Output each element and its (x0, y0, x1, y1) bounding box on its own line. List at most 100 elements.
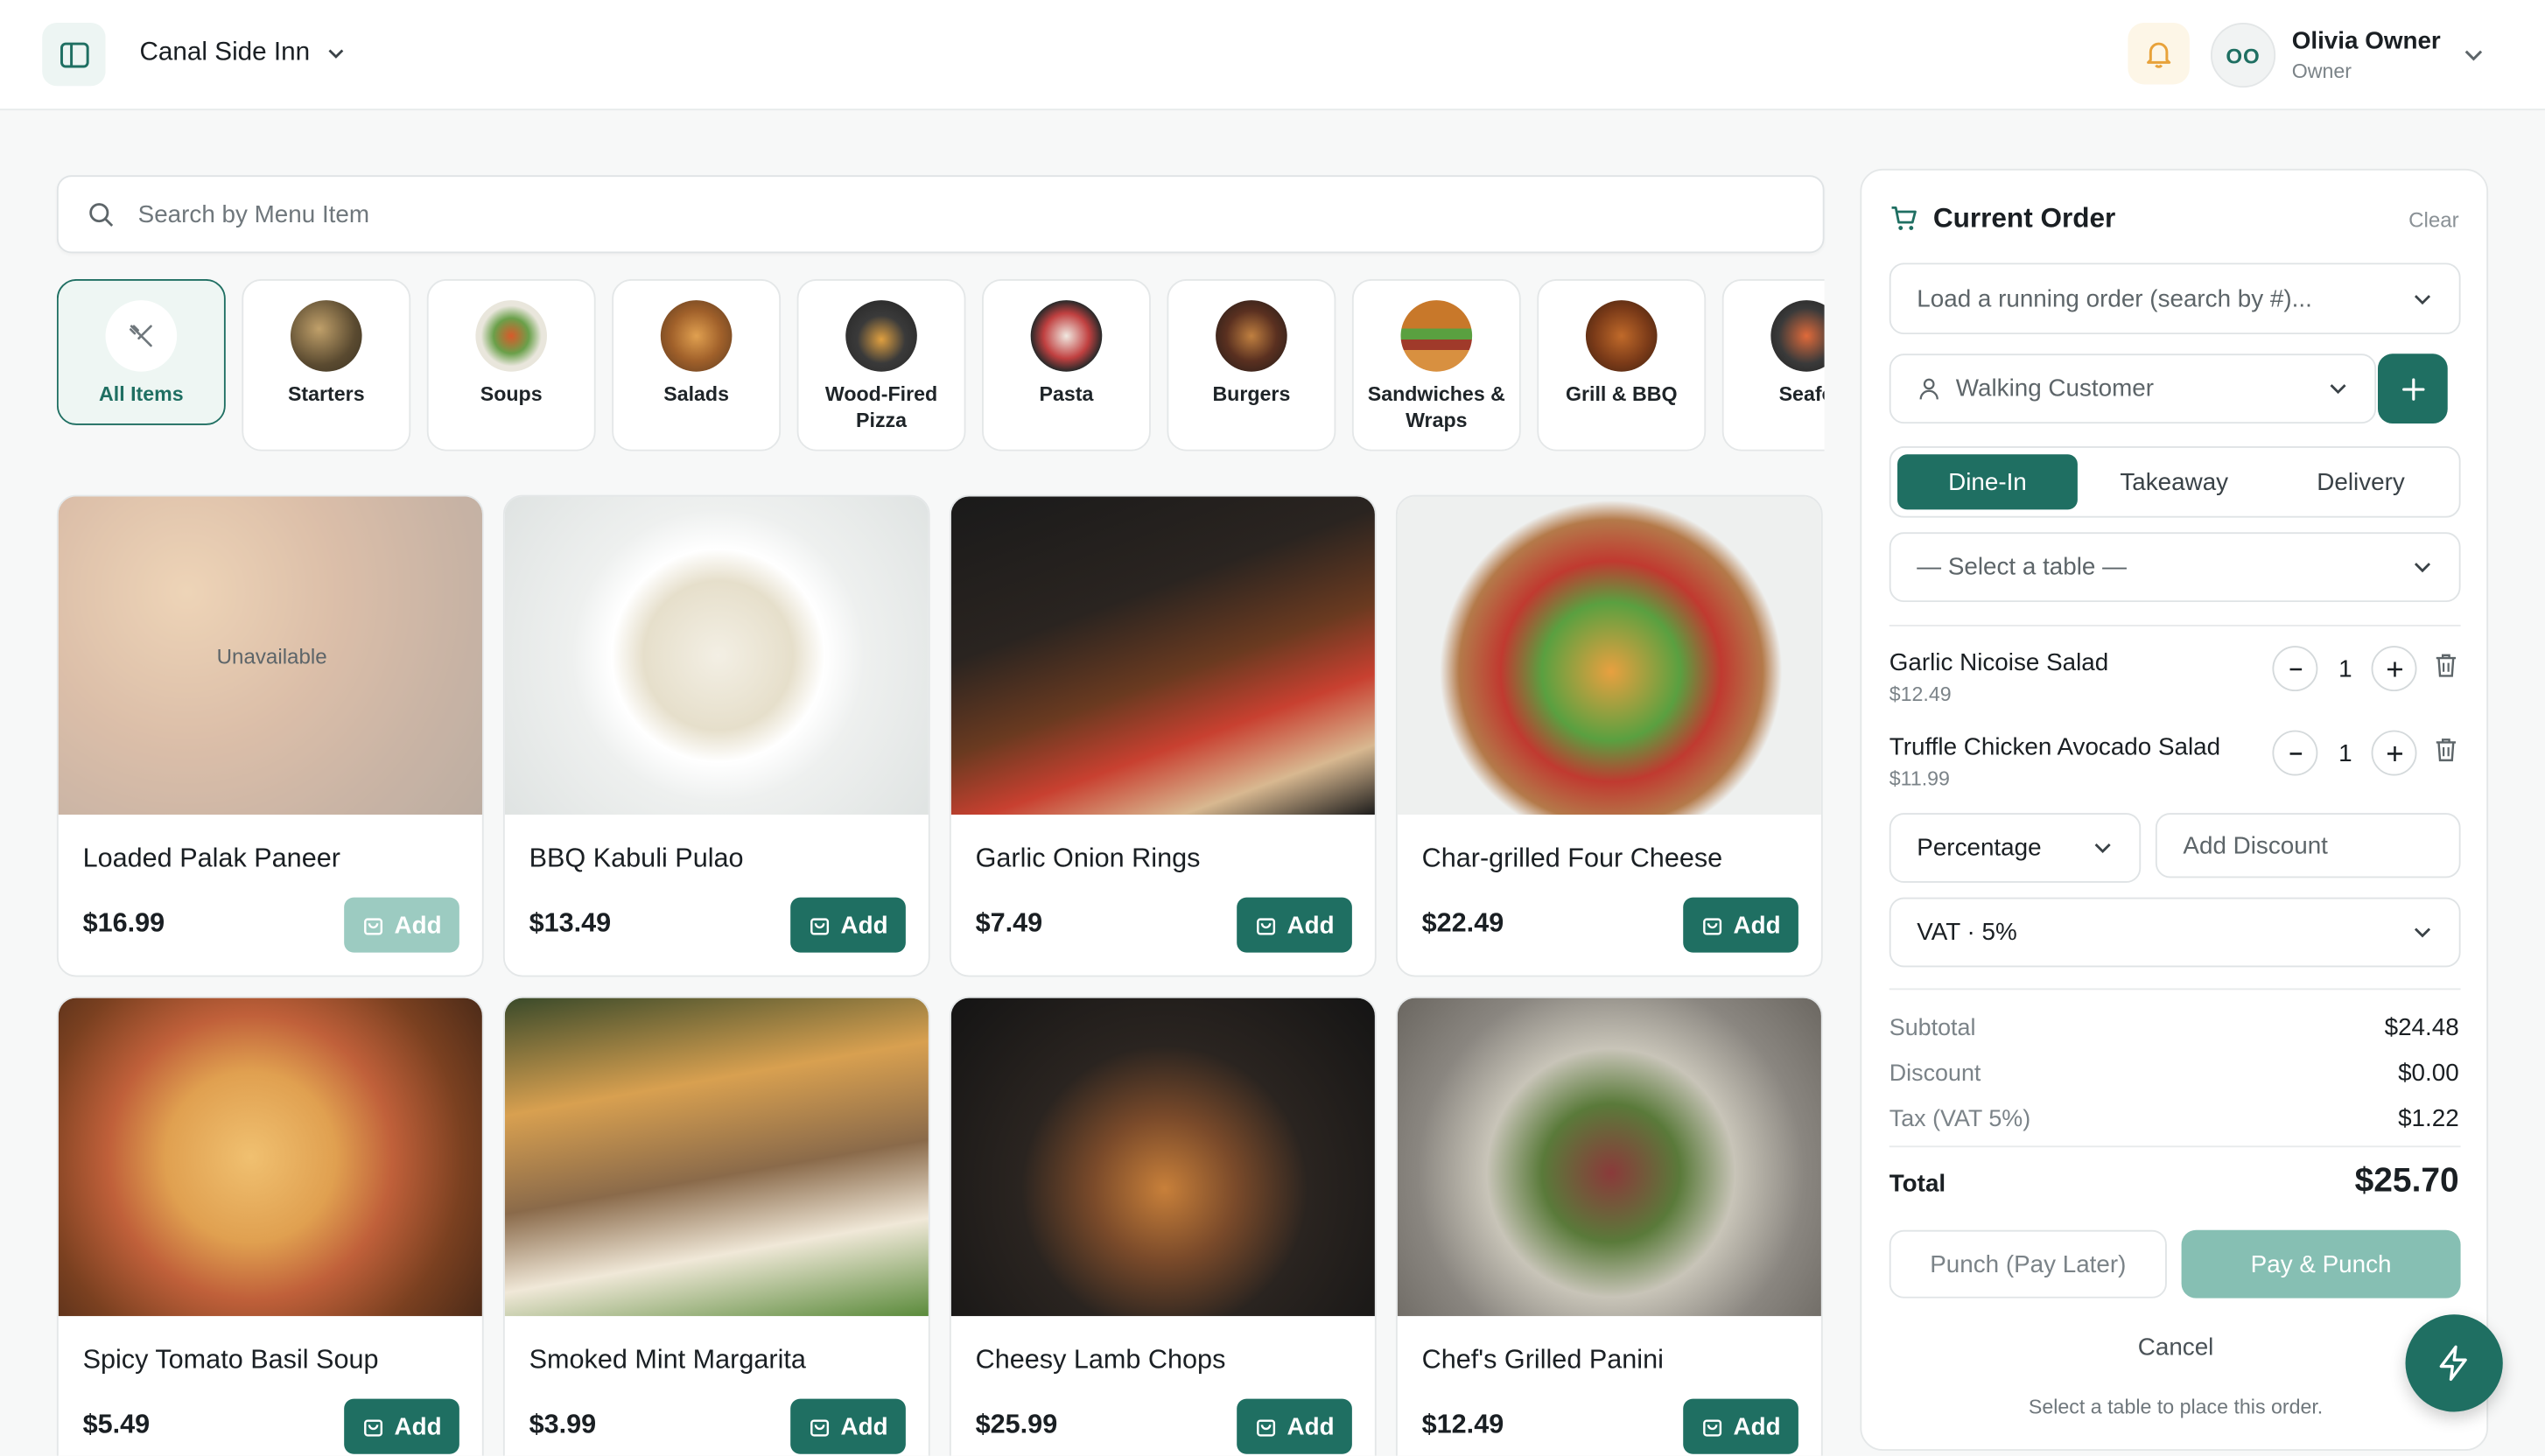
bag-icon (363, 1419, 382, 1437)
product-image (58, 998, 482, 1317)
add-button[interactable]: Add (344, 897, 459, 953)
category-all-items[interactable]: All Items (56, 278, 226, 425)
tab-takeaway[interactable]: Takeaway (2084, 454, 2264, 509)
product-image (1397, 496, 1821, 816)
discount-label: Discount (1889, 1060, 1981, 1088)
category-label: Seafo (1778, 382, 1825, 406)
pizza-thumbnail (845, 300, 917, 372)
category-grill-bbq[interactable]: Grill & BBQ (1537, 278, 1707, 452)
product-card[interactable]: Chef's Grilled Panini $12.49 Add (1395, 996, 1823, 1456)
add-customer-button[interactable] (2377, 354, 2448, 424)
add-label: Add (394, 1412, 442, 1440)
quick-action-button[interactable] (2405, 1314, 2503, 1412)
category-seafood[interactable]: Seafo (1721, 278, 1825, 452)
notifications-button[interactable] (2128, 22, 2190, 85)
discount-type-value: Percentage (1917, 834, 2042, 862)
trash-icon (2436, 738, 2457, 762)
category-soups[interactable]: Soups (426, 278, 596, 452)
user-menu-button[interactable] (2462, 44, 2485, 74)
trash-icon (2436, 654, 2457, 677)
order-type-tabs: Dine-In Takeaway Delivery (1889, 446, 2461, 518)
sidebar-icon (60, 41, 88, 67)
add-label: Add (1287, 911, 1335, 939)
current-order-panel: Current Order Clear Load a running order… (1860, 168, 2490, 1452)
product-name: BBQ Kabuli Pulao (529, 844, 744, 873)
category-salads[interactable]: Salads (612, 278, 782, 452)
product-price: $22.49 (1421, 908, 1504, 938)
tab-delivery[interactable]: Delivery (2271, 454, 2451, 509)
category-burgers[interactable]: Burgers (1167, 278, 1336, 452)
pay-and-punch-button[interactable]: Pay & Punch (2181, 1229, 2461, 1298)
add-label: Add (1287, 1412, 1335, 1440)
product-card[interactable]: Cheesy Lamb Chops $25.99 Add (949, 996, 1377, 1456)
search-input[interactable] (137, 200, 1599, 228)
product-card[interactable]: Spicy Tomato Basil Soup $5.49 Add (56, 996, 484, 1456)
plus-icon (2401, 377, 2424, 400)
qty-value: 1 (2338, 655, 2352, 683)
category-label: Salads (663, 382, 730, 406)
tax-select[interactable]: VAT · 5% (1889, 897, 2461, 968)
add-button[interactable]: Add (1683, 1398, 1798, 1454)
category-wood-fired-pizza[interactable]: Wood-Fired Pizza (796, 278, 966, 452)
user-role: Owner (2291, 60, 2352, 83)
restaurant-selector[interactable]: Canal Side Inn (139, 39, 345, 68)
add-button[interactable]: Add (790, 1398, 906, 1454)
bag-icon (1256, 918, 1275, 935)
add-button[interactable]: Add (1237, 1398, 1352, 1454)
product-image (950, 998, 1375, 1317)
avatar[interactable]: OO (2210, 22, 2276, 88)
order-line-name: Truffle Chicken Avocado Salad (1889, 733, 2221, 761)
decrease-qty-button[interactable] (2272, 646, 2318, 692)
order-line-name: Garlic Nicoise Salad (1889, 648, 2109, 677)
product-card[interactable]: Char-grilled Four Cheese $22.49 Add (1395, 494, 1823, 977)
category-sandwiches-wraps[interactable]: Sandwiches & Wraps (1351, 278, 1521, 452)
decrease-qty-button[interactable] (2272, 730, 2318, 776)
divider (1889, 625, 2461, 626)
remove-item-button[interactable] (2435, 653, 2457, 687)
product-card[interactable]: Unavailable Loaded Palak Paneer $16.99 A… (56, 494, 484, 977)
bag-icon (363, 918, 382, 935)
category-pasta[interactable]: Pasta (982, 278, 1151, 452)
add-button[interactable]: Add (1237, 897, 1352, 953)
load-order-select[interactable]: Load a running order (search by #)... (1889, 262, 2461, 335)
plus-icon (2387, 746, 2402, 761)
top-bar: Canal Side Inn OO Olivia Owner Owner (0, 0, 2545, 111)
product-card[interactable]: Garlic Onion Rings $7.49 Add (949, 494, 1377, 977)
tab-dine-in[interactable]: Dine-In (1897, 454, 2078, 510)
category-label: Soups (480, 382, 543, 406)
table-select[interactable]: — Select a table — (1889, 532, 2461, 603)
cancel-button[interactable]: Cancel (1861, 1334, 2490, 1362)
divider (1889, 1145, 2461, 1148)
discount-input[interactable]: Add Discount (2155, 813, 2461, 878)
remove-item-button[interactable] (2435, 737, 2457, 771)
customer-select[interactable]: Walking Customer (1889, 354, 2377, 424)
bag-icon (1702, 918, 1721, 935)
starters-thumbnail (290, 300, 362, 372)
divider (1889, 988, 2461, 990)
product-card[interactable]: Smoked Mint Margarita $3.99 Add (502, 996, 930, 1456)
punch-pay-later-button[interactable]: Punch (Pay Later) (1889, 1229, 2167, 1298)
discount-type-select[interactable]: Percentage (1889, 813, 2142, 883)
add-button[interactable]: Add (790, 897, 906, 953)
order-line-price: $12.49 (1889, 682, 1952, 706)
plus-icon (2387, 661, 2402, 676)
sidebar-toggle-button[interactable] (42, 22, 106, 87)
product-image (950, 496, 1375, 816)
clear-button[interactable]: Clear (2408, 207, 2459, 232)
product-name: Chef's Grilled Panini (1421, 1345, 1664, 1375)
add-button[interactable]: Add (344, 1398, 459, 1454)
category-starters[interactable]: Starters (242, 278, 411, 452)
increase-qty-button[interactable] (2371, 646, 2417, 692)
tax-amount: $1.22 (2398, 1104, 2459, 1133)
menu-search[interactable] (56, 175, 1825, 254)
add-button[interactable]: Add (1683, 897, 1798, 953)
increase-qty-button[interactable] (2371, 730, 2417, 776)
product-price: $13.49 (529, 908, 612, 938)
chevron-down-icon (2414, 928, 2431, 938)
product-card[interactable]: BBQ Kabuli Pulao $13.49 Add (502, 494, 930, 977)
seafood-thumbnail (1770, 300, 1825, 372)
product-price: $16.99 (82, 908, 165, 938)
bag-icon (1256, 1419, 1275, 1437)
burgers-thumbnail (1216, 300, 1287, 372)
tax-label: Tax (VAT 5%) (1889, 1106, 2031, 1133)
